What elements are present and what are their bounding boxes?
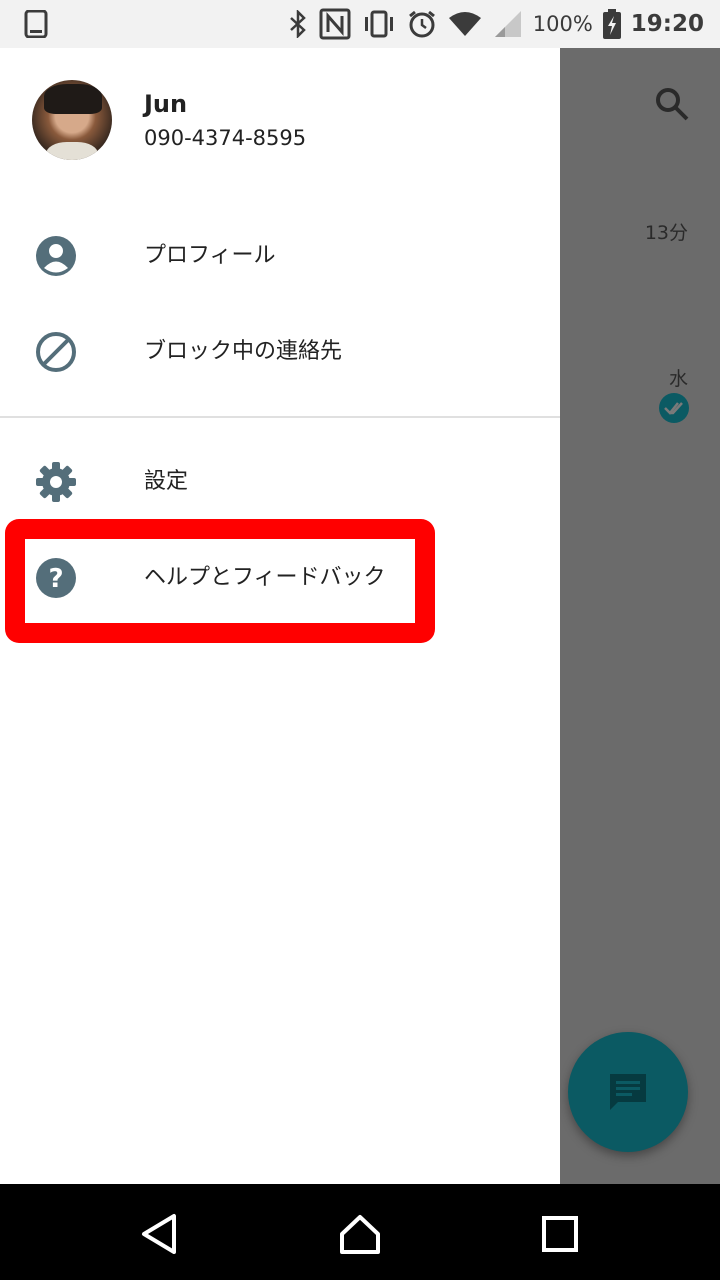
settings-gear-icon: [36, 462, 76, 502]
menu-item-label: 設定: [144, 469, 189, 494]
conversation-time: 水: [668, 368, 688, 390]
highlight-annotation-box: [5, 519, 435, 643]
background-app-scrim[interactable]: [560, 48, 720, 1184]
double-check-icon: [659, 393, 689, 423]
system-navigation-bar: [0, 1184, 720, 1280]
status-bar: 100% 19:20: [0, 0, 720, 48]
wifi-icon: [448, 12, 481, 36]
block-icon: [36, 332, 76, 372]
battery-percentage: 100%: [532, 12, 593, 36]
menu-item-label: ブロック中の連絡先: [144, 339, 343, 364]
menu-item-blocked-contacts[interactable]: ブロック中の連絡先: [0, 304, 560, 400]
avatar[interactable]: [32, 80, 112, 160]
signal-icon: [494, 11, 521, 37]
back-icon[interactable]: [138, 1212, 182, 1256]
search-icon: [656, 88, 689, 121]
message-icon: [610, 1074, 646, 1110]
menu-item-settings[interactable]: 設定: [0, 434, 560, 530]
new-message-fab[interactable]: [568, 1032, 688, 1152]
divider: [0, 416, 560, 418]
user-phone: 090-4374-8595: [144, 126, 307, 150]
alarm-icon: [408, 10, 435, 38]
account-circle-icon: [36, 236, 76, 276]
clock: 19:20: [630, 11, 704, 37]
phone-icon: [24, 10, 48, 38]
home-icon[interactable]: [338, 1212, 382, 1256]
nfc-icon: [319, 8, 351, 40]
bluetooth-icon: [289, 10, 306, 38]
menu-item-profile[interactable]: プロフィール: [0, 208, 560, 304]
user-name: Jun: [144, 90, 188, 118]
vibrate-icon: [364, 10, 393, 38]
recents-icon[interactable]: [538, 1212, 582, 1256]
menu-item-label: プロフィール: [144, 243, 276, 268]
conversation-time: 13分: [644, 222, 688, 244]
battery-charging-icon: [602, 9, 621, 39]
